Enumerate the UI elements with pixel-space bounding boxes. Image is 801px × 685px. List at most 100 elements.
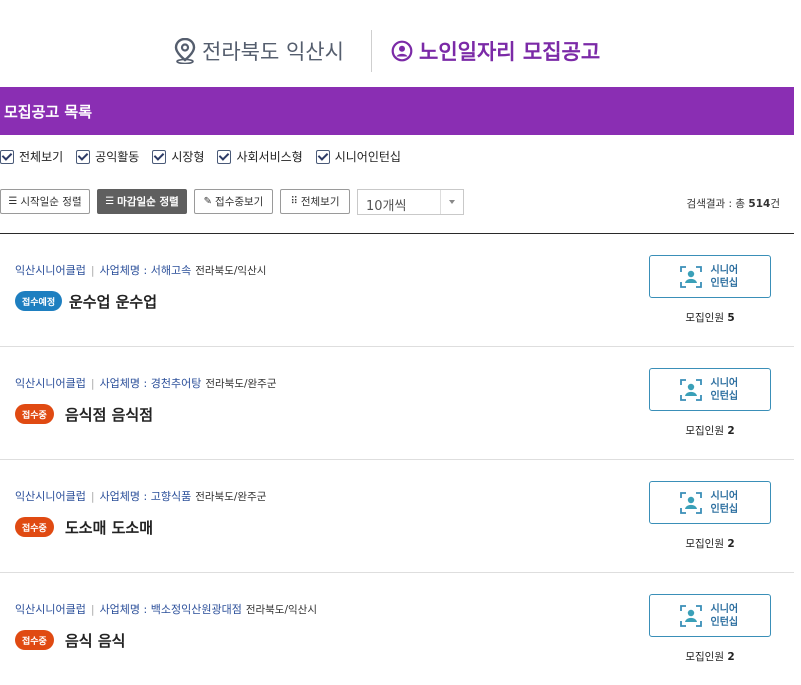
filter-label: 공익활동 bbox=[95, 150, 140, 164]
filter-label: 사회서비스형 bbox=[236, 150, 303, 164]
list-item[interactable]: 익산시니어클럽 | 사업체명 : 서해고속 전라북도/익산시 접수예정 운수업 운수업… bbox=[0, 234, 794, 347]
result-prefix: 검색결과 : 총 bbox=[686, 198, 749, 210]
view-all-label: 전체보기 bbox=[300, 196, 340, 208]
recruit-label: 모집인원 bbox=[685, 425, 724, 437]
club-name: 익산시니어클럽 bbox=[15, 264, 86, 277]
location-text: 전라북도 익산시 bbox=[202, 40, 344, 64]
separator: | bbox=[90, 377, 95, 390]
filter-senior-intern[interactable]: 시니어인턴십 bbox=[315, 148, 401, 165]
company-name: 사업체명 : 서해고속 bbox=[99, 264, 192, 277]
checkbox[interactable] bbox=[76, 149, 91, 164]
listing-meta: 익산시니어클럽 | 사업체명 : 경천추어탕 전라북도/완주군 bbox=[15, 375, 277, 391]
list-icon: ☰ bbox=[8, 196, 18, 207]
filter-group: 전체보기 공익활동 시장형 사회서비스형 시니어인턴십 bbox=[0, 148, 414, 165]
view-accepting-label: 접수중보기 bbox=[215, 196, 264, 208]
checkbox[interactable] bbox=[0, 149, 14, 164]
filter-label: 시장형 bbox=[171, 150, 205, 164]
sort-start-label: 시작일순 정렬 bbox=[20, 196, 82, 208]
recruit-number: 5 bbox=[727, 312, 735, 324]
checkbox[interactable] bbox=[152, 149, 167, 164]
person-scan-icon bbox=[679, 491, 702, 514]
per-page-value: 10개씩 bbox=[366, 199, 407, 214]
list-item[interactable]: 익산시니어클럽 | 사업체명 : 경천추어탕 전라북도/완주군 접수중 음식점 음식점… bbox=[0, 347, 794, 460]
filter-label: 시니어인턴십 bbox=[334, 150, 401, 164]
person-scan-icon bbox=[679, 378, 702, 401]
region: 전라북도/익산시 bbox=[245, 604, 317, 616]
list-item[interactable]: 익산시니어클럽 | 사업체명 : 고향식품 전라북도/완주군 접수중 도소매 도소매 … bbox=[0, 460, 794, 573]
recruit-number: 2 bbox=[727, 538, 735, 550]
recruit-count: 모집인원 2 bbox=[649, 649, 771, 664]
recruit-label: 모집인원 bbox=[685, 312, 724, 324]
page-header: 전라북도 익산시 노인일자리 모집공고 bbox=[0, 30, 801, 72]
result-number: 514 bbox=[748, 198, 771, 210]
person-scan-icon bbox=[679, 604, 702, 627]
grid-icon: ⠿ bbox=[290, 196, 298, 207]
user-circle-icon bbox=[391, 40, 413, 62]
status-badge: 접수예정 bbox=[15, 291, 63, 311]
list-icon: ☰ bbox=[105, 196, 115, 207]
status-badge: 접수중 bbox=[15, 404, 54, 424]
listing-title[interactable]: 음식 음식 bbox=[65, 630, 125, 651]
status-badge: 접수중 bbox=[15, 517, 54, 537]
person-scan-icon bbox=[679, 265, 702, 288]
location[interactable]: 전라북도 익산시 bbox=[174, 36, 344, 66]
club-name: 익산시니어클럽 bbox=[15, 490, 86, 503]
per-page-select[interactable]: 10개씩 bbox=[357, 189, 464, 215]
listing-meta: 익산시니어클럽 | 사업체명 : 고향식품 전라북도/완주군 bbox=[15, 488, 266, 504]
club-name: 익산시니어클럽 bbox=[15, 377, 86, 390]
header-divider bbox=[371, 30, 372, 72]
filter-social-service[interactable]: 사회서비스형 bbox=[217, 148, 303, 165]
senior-intern-button[interactable]: 시니어 인턴십 bbox=[649, 368, 771, 411]
listing-title[interactable]: 도소매 도소매 bbox=[65, 517, 153, 538]
separator: | bbox=[90, 490, 95, 503]
company-name: 사업체명 : 경천추어탕 bbox=[99, 377, 202, 390]
filter-market[interactable]: 시장형 bbox=[152, 148, 204, 165]
job-type-label: 시니어 인턴십 bbox=[710, 490, 739, 515]
sort-start-button[interactable]: ☰ 시작일순 정렬 bbox=[0, 189, 90, 214]
recruit-count: 모집인원 2 bbox=[649, 423, 771, 438]
filter-public[interactable]: 공익활동 bbox=[76, 148, 139, 165]
sort-deadline-button[interactable]: ☰ 마감일순 정렬 bbox=[97, 189, 187, 214]
senior-intern-button[interactable]: 시니어 인턴십 bbox=[649, 594, 771, 637]
toolbar: ☰ 시작일순 정렬 ☰ 마감일순 정렬 ✎ 접수중보기 ⠿ 전체보기 10개씩 검색결과… bbox=[0, 189, 794, 216]
section-title: 모집공고 목록 bbox=[4, 103, 93, 121]
listing-title[interactable]: 음식점 음식점 bbox=[65, 404, 153, 425]
listing-meta: 익산시니어클럽 | 사업체명 : 서해고속 전라북도/익산시 bbox=[15, 262, 266, 278]
recruit-count: 모집인원 2 bbox=[649, 536, 771, 551]
recruit-count: 모집인원 5 bbox=[649, 310, 771, 325]
senior-intern-button[interactable]: 시니어 인턴십 bbox=[649, 481, 771, 524]
region: 전라북도/완주군 bbox=[195, 491, 267, 503]
result-count: 검색결과 : 총 514건 bbox=[687, 196, 780, 211]
separator: | bbox=[90, 603, 95, 616]
list-item[interactable]: 익산시니어클럽 | 사업체명 : 백소정익산원광대점 전라북도/익산시 접수중 음식 … bbox=[0, 573, 794, 685]
chevron-down-icon[interactable] bbox=[440, 190, 463, 214]
view-accepting-button[interactable]: ✎ 접수중보기 bbox=[194, 189, 273, 214]
region: 전라북도/익산시 bbox=[195, 265, 267, 277]
job-type-label: 시니어 인턴십 bbox=[710, 377, 739, 402]
checkbox[interactable] bbox=[315, 149, 330, 164]
recruit-label: 모집인원 bbox=[685, 651, 724, 663]
result-suffix: 건 bbox=[770, 198, 780, 210]
recruit-label: 모집인원 bbox=[685, 538, 724, 550]
separator: | bbox=[90, 264, 95, 277]
senior-intern-button[interactable]: 시니어 인턴십 bbox=[649, 255, 771, 298]
filter-label: 전체보기 bbox=[19, 150, 64, 164]
region: 전라북도/완주군 bbox=[205, 378, 277, 390]
filter-all[interactable]: 전체보기 bbox=[0, 148, 63, 165]
pencil-icon: ✎ bbox=[203, 196, 213, 207]
job-type-label: 시니어 인턴십 bbox=[710, 264, 739, 289]
sort-deadline-label: 마감일순 정렬 bbox=[117, 196, 179, 208]
job-type-label: 시니어 인턴십 bbox=[710, 603, 739, 628]
listing-meta: 익산시니어클럽 | 사업체명 : 백소정익산원광대점 전라북도/익산시 bbox=[15, 601, 317, 617]
page-title: 노인일자리 모집공고 bbox=[391, 36, 600, 66]
view-all-button[interactable]: ⠿ 전체보기 bbox=[280, 189, 350, 214]
club-name: 익산시니어클럽 bbox=[15, 603, 86, 616]
recruit-number: 2 bbox=[727, 425, 735, 437]
section-bar: 모집공고 목록 bbox=[0, 87, 794, 135]
company-name: 사업체명 : 고향식품 bbox=[99, 490, 192, 503]
page-title-text: 노인일자리 모집공고 bbox=[419, 40, 601, 64]
recruit-number: 2 bbox=[727, 651, 735, 663]
listing-title[interactable]: 운수업 운수업 bbox=[69, 291, 157, 312]
map-pin-icon bbox=[174, 38, 196, 64]
checkbox[interactable] bbox=[217, 149, 232, 164]
